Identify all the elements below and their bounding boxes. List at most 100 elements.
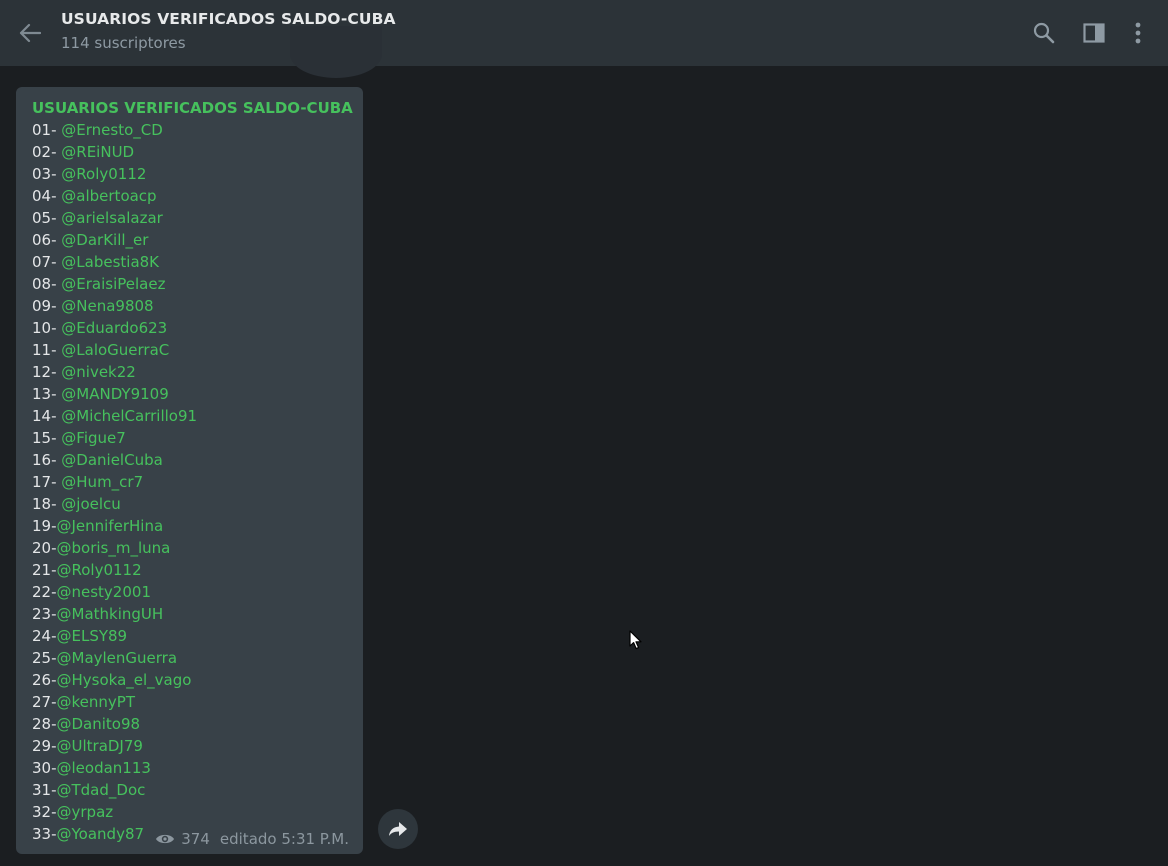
message-meta: 374 editado 5:31 P.M. [155, 830, 349, 848]
user-mention-link[interactable]: @MaylenGuerra [57, 649, 178, 667]
list-item: 26-@Hysoka_el_vago [32, 669, 347, 691]
list-item: 29-@UltraDJ79 [32, 735, 347, 757]
user-mention-link[interactable]: @arielsalazar [61, 209, 163, 227]
entry-number: 07- [32, 253, 62, 271]
entry-number: 12- [32, 363, 62, 381]
user-mention-link[interactable]: @Tdad_Doc [57, 781, 146, 799]
entry-number: 04- [32, 187, 62, 205]
channel-avatar [290, 26, 382, 78]
entry-number: 32- [32, 803, 57, 821]
list-item: 30-@leodan113 [32, 757, 347, 779]
user-mention-link[interactable]: @joelcu [61, 495, 121, 513]
entry-number: 15- [32, 429, 62, 447]
list-item: 06- @DarKill_er [32, 229, 347, 251]
user-mention-link[interactable]: @ELSY89 [57, 627, 128, 645]
list-item: 03- @Roly0112 [32, 163, 347, 185]
user-mention-link[interactable]: @leodan113 [57, 759, 151, 777]
list-item: 32-@yrpaz [32, 801, 347, 823]
entry-number: 19- [32, 517, 57, 535]
user-mention-link[interactable]: @Figue7 [61, 429, 126, 447]
entry-number: 05- [32, 209, 62, 227]
list-item: 14- @MichelCarrillo91 [32, 405, 347, 427]
entry-number: 06- [32, 231, 62, 249]
message-bubble: USUARIOS VERIFICADOS SALDO-CUBA 01- @Ern… [16, 87, 363, 854]
entry-number: 26- [32, 671, 57, 689]
user-mention-link[interactable]: @DanielCuba [61, 451, 163, 469]
sidebar-toggle-icon [1083, 23, 1105, 43]
list-item: 11- @LaloGuerraC [32, 339, 347, 361]
entry-number: 21- [32, 561, 57, 579]
list-item: 12- @nivek22 [32, 361, 347, 383]
user-mention-link[interactable]: @Danito98 [57, 715, 141, 733]
user-mention-link[interactable]: @Yoandy87 [57, 825, 145, 843]
list-item: 25-@MaylenGuerra [32, 647, 347, 669]
list-item: 02- @REiNUD [32, 141, 347, 163]
list-item: 10- @Eduardo623 [32, 317, 347, 339]
list-item: 22-@nesty2001 [32, 581, 347, 603]
back-button[interactable] [14, 17, 46, 49]
user-mention-link[interactable]: @Eduardo623 [61, 319, 167, 337]
message-title: USUARIOS VERIFICADOS SALDO-CUBA [32, 99, 353, 117]
entry-number: 33- [32, 825, 57, 843]
list-item: 13- @MANDY9109 [32, 383, 347, 405]
entry-number: 11- [32, 341, 62, 359]
user-mention-link[interactable]: @EraisiPelaez [61, 275, 165, 293]
user-mention-link[interactable]: @LaloGuerraC [61, 341, 169, 359]
entry-number: 25- [32, 649, 57, 667]
list-item: 15- @Figue7 [32, 427, 347, 449]
list-item: 20-@boris_m_luna [32, 537, 347, 559]
user-mention-link[interactable]: @DarKill_er [61, 231, 148, 249]
entry-number: 16- [32, 451, 62, 469]
user-mention-link[interactable]: @kennyPT [57, 693, 135, 711]
user-mention-link[interactable]: @Hum_cr7 [61, 473, 143, 491]
entry-number: 08- [32, 275, 62, 293]
user-mention-link[interactable]: @JenniferHina [57, 517, 164, 535]
list-item: 16- @DanielCuba [32, 449, 347, 471]
entry-number: 29- [32, 737, 57, 755]
view-count: 374 [181, 830, 210, 848]
user-mention-link[interactable]: @Hysoka_el_vago [57, 671, 192, 689]
search-button[interactable] [1028, 17, 1060, 49]
user-mention-link[interactable]: @Ernesto_CD [61, 121, 163, 139]
user-mention-link[interactable]: @Nena9808 [61, 297, 153, 315]
user-mention-link[interactable]: @nesty2001 [57, 583, 151, 601]
user-mention-link[interactable]: @Roly0112 [61, 165, 146, 183]
list-item: 17- @Hum_cr7 [32, 471, 347, 493]
entry-number: 30- [32, 759, 57, 777]
user-mention-link[interactable]: @yrpaz [57, 803, 114, 821]
arrow-left-icon [19, 23, 41, 43]
entry-number: 23- [32, 605, 57, 623]
user-mention-link[interactable]: @MichelCarrillo91 [61, 407, 197, 425]
share-arrow-icon [389, 822, 407, 836]
entry-number: 31- [32, 781, 57, 799]
entry-number: 20- [32, 539, 57, 557]
entry-number: 24- [32, 627, 57, 645]
user-mention-link[interactable]: @REiNUD [61, 143, 134, 161]
user-mention-link[interactable]: @albertoacp [61, 187, 156, 205]
mouse-cursor-icon [629, 630, 642, 650]
list-item: 05- @arielsalazar [32, 207, 347, 229]
list-item: 18- @joelcu [32, 493, 347, 515]
user-mention-link[interactable]: @MANDY9109 [61, 385, 169, 403]
entry-number: 17- [32, 473, 62, 491]
more-menu-button[interactable] [1122, 17, 1154, 49]
user-mention-link[interactable]: @nivek22 [61, 363, 136, 381]
entry-number: 18- [32, 495, 62, 513]
list-item: 21-@Roly0112 [32, 559, 347, 581]
entry-number: 28- [32, 715, 57, 733]
forward-button[interactable] [378, 809, 418, 849]
entry-number: 14- [32, 407, 62, 425]
user-mention-link[interactable]: @MathkingUH [57, 605, 164, 623]
list-item: 08- @EraisiPelaez [32, 273, 347, 295]
entry-number: 22- [32, 583, 57, 601]
user-mention-link[interactable]: @boris_m_luna [57, 539, 171, 557]
user-mention-link[interactable]: @Roly0112 [57, 561, 142, 579]
list-item: 04- @albertoacp [32, 185, 347, 207]
sidebar-toggle-button[interactable] [1078, 17, 1110, 49]
list-item: 31-@Tdad_Doc [32, 779, 347, 801]
entry-number: 03- [32, 165, 62, 183]
list-item: 01- @Ernesto_CD [32, 119, 347, 141]
user-mention-link[interactable]: @UltraDJ79 [57, 737, 143, 755]
entry-number: 27- [32, 693, 57, 711]
user-mention-link[interactable]: @Labestia8K [61, 253, 159, 271]
